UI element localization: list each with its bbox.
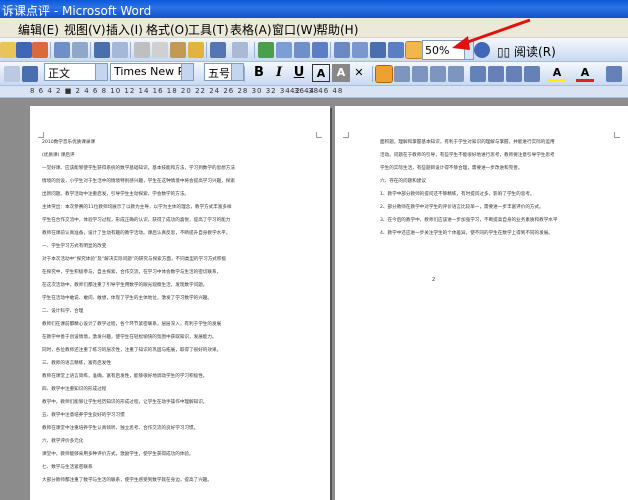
annotation-arrow <box>452 18 531 50</box>
